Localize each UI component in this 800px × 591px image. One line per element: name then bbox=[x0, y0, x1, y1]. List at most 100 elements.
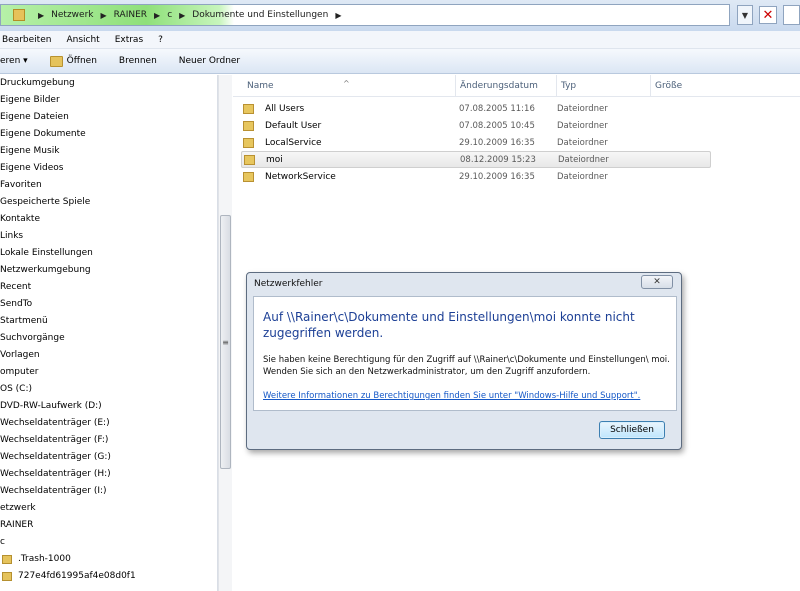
open-folder-icon bbox=[49, 55, 63, 67]
breadcrumb-dokumente[interactable]: Dokumente und Einstellungen bbox=[192, 10, 328, 20]
nav-item[interactable]: OS (C:) bbox=[0, 381, 217, 398]
nav-folder-label: .Trash-1000 bbox=[18, 554, 71, 564]
file-name: Default User bbox=[265, 120, 322, 131]
file-date: 29.10.2009 16:35 bbox=[459, 137, 535, 148]
organize-button[interactable]: eren ▾ bbox=[0, 56, 28, 66]
nav-item[interactable]: etzwerk bbox=[0, 500, 217, 517]
nav-item[interactable]: Wechseldatenträger (G:) bbox=[0, 449, 217, 466]
file-date: 07.08.2005 11:16 bbox=[459, 103, 535, 114]
nav-item[interactable]: Eigene Videos bbox=[0, 160, 217, 177]
file-row[interactable]: All Users 07.08.2005 11:16 Dateiordner bbox=[241, 100, 711, 117]
nav-item[interactable]: Vorlagen bbox=[0, 347, 217, 364]
sort-arrow-icon: ^ bbox=[343, 78, 350, 88]
menu-ansicht[interactable]: Ansicht bbox=[66, 35, 99, 45]
file-name: NetworkService bbox=[265, 171, 336, 182]
folder-icon bbox=[243, 171, 254, 182]
menu-help[interactable]: ? bbox=[158, 35, 163, 45]
folder-icon bbox=[243, 103, 254, 114]
nav-item[interactable]: Eigene Bilder bbox=[0, 92, 217, 109]
address-bar[interactable]: ▶ Netzwerk ▶ RAINER ▶ c ▶ Dokumente und … bbox=[0, 4, 730, 26]
nav-item[interactable]: Wechseldatenträger (F:) bbox=[0, 432, 217, 449]
chevron-right-icon[interactable]: ▶ bbox=[154, 11, 160, 20]
nav-folder-item[interactable]: 727e4fd61995af4e08d0f1 bbox=[0, 568, 217, 585]
chevron-right-icon[interactable]: ▶ bbox=[335, 11, 341, 20]
file-type: Dateiordner bbox=[557, 120, 608, 131]
address-dropdown-button[interactable]: ▼ bbox=[737, 5, 753, 25]
file-date: 29.10.2009 16:35 bbox=[459, 171, 535, 182]
help-link[interactable]: Weitere Informationen zu Berechtigungen … bbox=[263, 391, 673, 401]
file-row-selected[interactable]: moi 08.12.2009 15:23 Dateiordner bbox=[241, 151, 711, 168]
nav-item[interactable]: Eigene Dateien bbox=[0, 109, 217, 126]
nav-item[interactable]: Suchvorgänge bbox=[0, 330, 217, 347]
nav-item[interactable]: DVD-RW-Laufwerk (D:) bbox=[0, 398, 217, 415]
nav-folder-item[interactable]: .Trash-1000 bbox=[0, 551, 217, 568]
nav-item[interactable]: Druckumgebung bbox=[0, 75, 217, 92]
nav-item[interactable]: Links bbox=[0, 228, 217, 245]
breadcrumb-c[interactable]: c bbox=[167, 10, 172, 20]
nav-item[interactable]: Favoriten bbox=[0, 177, 217, 194]
nav-item[interactable]: c bbox=[0, 534, 217, 551]
breadcrumb: ▶ Netzwerk ▶ RAINER ▶ c ▶ Dokumente und … bbox=[31, 10, 348, 20]
nav-item[interactable]: Gespeicherte Spiele bbox=[0, 194, 217, 211]
nav-item[interactable]: RAINER bbox=[0, 517, 217, 534]
file-name: LocalService bbox=[265, 137, 322, 148]
nav-item[interactable]: Eigene Dokumente bbox=[0, 126, 217, 143]
file-name: moi bbox=[266, 154, 283, 165]
file-row[interactable]: Default User 07.08.2005 10:45 Dateiordne… bbox=[241, 117, 711, 134]
dialog-title: Netzwerkfehler bbox=[254, 279, 323, 289]
nav-item[interactable]: Startmenü bbox=[0, 313, 217, 330]
menu-bearbeiten[interactable]: Bearbeiten bbox=[2, 35, 51, 45]
dialog-main-instruction: Auf \\Rainer\c\Dokumente und Einstellung… bbox=[263, 310, 635, 340]
chevron-right-icon[interactable]: ▶ bbox=[179, 11, 185, 20]
folder-icon bbox=[2, 555, 12, 564]
column-type[interactable]: Typ bbox=[556, 74, 650, 97]
file-type: Dateiordner bbox=[557, 137, 608, 148]
file-type: Dateiordner bbox=[558, 154, 609, 165]
close-button[interactable]: Schließen bbox=[599, 421, 665, 439]
address-bar-area: ▶ Netzwerk ▶ RAINER ▶ c ▶ Dokumente und … bbox=[0, 0, 800, 31]
nav-scrollbar[interactable]: ≡ bbox=[218, 75, 232, 591]
column-size[interactable]: Größe bbox=[650, 74, 710, 97]
nav-folder-label: 727e4fd61995af4e08d0f1 bbox=[18, 571, 136, 581]
nav-item[interactable]: SendTo bbox=[0, 296, 217, 313]
menu-extras[interactable]: Extras bbox=[115, 35, 143, 45]
column-name[interactable]: Name ^ bbox=[233, 75, 455, 97]
file-row[interactable]: NetworkService 29.10.2009 16:35 Dateiord… bbox=[241, 168, 711, 185]
file-date: 07.08.2005 10:45 bbox=[459, 120, 535, 131]
folder-icon bbox=[244, 154, 255, 165]
file-row[interactable]: LocalService 29.10.2009 16:35 Dateiordne… bbox=[241, 134, 711, 151]
nav-item[interactable]: Wechseldatenträger (I:) bbox=[0, 483, 217, 500]
column-date[interactable]: Änderungsdatum bbox=[455, 74, 556, 97]
file-name: All Users bbox=[265, 103, 305, 114]
chevron-right-icon[interactable]: ▶ bbox=[38, 11, 44, 20]
menu-bar: Bearbeiten Ansicht Extras ? bbox=[0, 31, 800, 49]
new-folder-button[interactable]: Neuer Ordner bbox=[179, 56, 240, 66]
nav-item[interactable]: Eigene Musik bbox=[0, 143, 217, 160]
close-icon[interactable]: ✕ bbox=[759, 6, 777, 24]
search-input[interactable] bbox=[783, 5, 800, 25]
nav-item[interactable]: Wechseldatenträger (E:) bbox=[0, 415, 217, 432]
nav-item[interactable]: Recent bbox=[0, 279, 217, 296]
burn-button[interactable]: Brennen bbox=[119, 56, 157, 66]
chevron-right-icon[interactable]: ▶ bbox=[101, 11, 107, 20]
breadcrumb-netzwerk[interactable]: Netzwerk bbox=[51, 10, 93, 20]
open-button[interactable]: Öffnen bbox=[49, 55, 97, 67]
nav-item[interactable]: Wechseldatenträger (H:) bbox=[0, 466, 217, 483]
folder-icon bbox=[243, 137, 254, 148]
file-type: Dateiordner bbox=[557, 171, 608, 182]
nav-item[interactable]: omputer bbox=[0, 364, 217, 381]
close-icon[interactable]: ✕ bbox=[641, 275, 673, 289]
address-controls: ▼ ✕ bbox=[731, 4, 800, 26]
toolbar: eren ▾ Öffnen Brennen Neuer Ordner bbox=[0, 49, 800, 74]
column-headers: Name ^ Änderungsdatum Typ Größe bbox=[233, 74, 800, 97]
open-label: Öffnen bbox=[66, 56, 97, 66]
breadcrumb-rainer[interactable]: RAINER bbox=[114, 10, 147, 20]
folder-icon bbox=[2, 572, 12, 581]
navigation-pane: Druckumgebung Eigene Bilder Eigene Datei… bbox=[0, 75, 218, 591]
scrollbar-thumb[interactable]: ≡ bbox=[220, 215, 231, 469]
folder-icon bbox=[243, 120, 254, 131]
nav-item[interactable]: Lokale Einstellungen bbox=[0, 245, 217, 262]
nav-item[interactable]: Kontakte bbox=[0, 211, 217, 228]
nav-item[interactable]: Netzwerkumgebung bbox=[0, 262, 217, 279]
file-date: 08.12.2009 15:23 bbox=[460, 154, 536, 165]
